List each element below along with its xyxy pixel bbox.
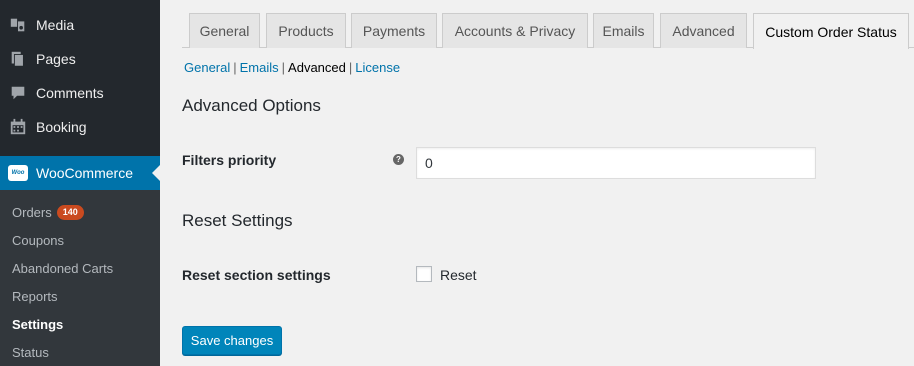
submenu-item-orders[interactable]: Orders 140 <box>12 202 84 222</box>
menu-item-booking[interactable]: Booking <box>0 110 160 144</box>
tab-payments[interactable]: Payments <box>351 13 437 48</box>
submenu-item-reports[interactable]: Reports <box>12 286 58 306</box>
calendar-icon <box>8 117 28 137</box>
menu-item-woocommerce[interactable]: Woo WooCommerce <box>0 156 160 190</box>
menu-label: Media <box>36 17 75 33</box>
tab-custom-order-status[interactable]: Custom Order Status <box>753 13 909 49</box>
subnav-link-general[interactable]: General <box>184 60 230 75</box>
submenu-item-status[interactable]: Status <box>12 342 49 362</box>
tab-accounts-privacy[interactable]: Accounts & Privacy <box>442 13 588 48</box>
menu-label: Comments <box>36 85 104 101</box>
active-arrow <box>152 165 160 181</box>
reset-settings-heading: Reset Settings <box>182 211 293 230</box>
orders-count-badge: 140 <box>56 204 84 220</box>
subnav-link-license[interactable]: License <box>355 60 400 75</box>
woocommerce-submenu: Orders 140 Coupons Abandoned Carts Repor… <box>0 190 160 366</box>
admin-sidebar: Media Pages Comments Booking Woo WooComm… <box>0 0 160 366</box>
submenu-item-abandoned-carts[interactable]: Abandoned Carts <box>12 258 113 278</box>
reset-section-label: Reset section settings <box>182 267 331 283</box>
menu-item-comments[interactable]: Comments <box>0 76 160 110</box>
comments-icon <box>8 83 28 103</box>
tab-general[interactable]: General <box>189 13 260 48</box>
menu-item-media[interactable]: Media <box>0 8 160 42</box>
settings-tabs: General Products Payments Accounts & Pri… <box>182 0 914 49</box>
submenu-item-coupons[interactable]: Coupons <box>12 230 64 250</box>
media-icon <box>8 15 28 35</box>
subnav-link-emails[interactable]: Emails <box>240 60 279 75</box>
filters-priority-label: Filters priority <box>182 152 277 168</box>
pages-icon <box>8 49 28 69</box>
menu-label: Booking <box>36 119 87 135</box>
subnav-current-advanced: Advanced <box>288 60 346 75</box>
section-subnav: General | Emails | Advanced | License <box>184 60 401 75</box>
menu-label: Pages <box>36 51 76 67</box>
tab-emails[interactable]: Emails <box>593 13 654 48</box>
reset-checkbox[interactable] <box>416 266 432 282</box>
reset-checkbox-label[interactable]: Reset <box>440 267 477 283</box>
woocommerce-icon: Woo <box>8 165 28 181</box>
tab-advanced[interactable]: Advanced <box>660 13 747 48</box>
tab-products[interactable]: Products <box>266 13 346 48</box>
save-changes-button[interactable]: Save changes <box>182 326 282 355</box>
submenu-item-settings[interactable]: Settings <box>12 314 63 334</box>
advanced-options-heading: Advanced Options <box>182 96 321 115</box>
filters-priority-input[interactable] <box>416 147 816 179</box>
help-tip-icon[interactable]: ? <box>393 154 404 165</box>
menu-label: WooCommerce <box>36 165 133 181</box>
menu-item-pages[interactable]: Pages <box>0 42 160 76</box>
